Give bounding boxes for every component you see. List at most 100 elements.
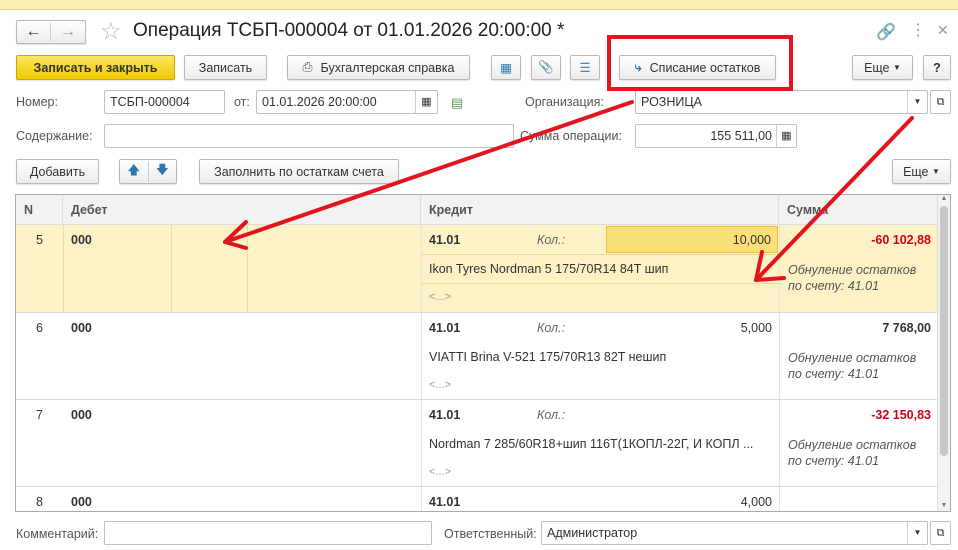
responsible-label: Ответственный: (444, 527, 537, 541)
org-value: РОЗНИЦА (641, 95, 702, 109)
date-value: 01.01.2026 20:00:00 (262, 95, 377, 109)
row-note: Обнуление остатков по счету: 41.01 (788, 438, 917, 468)
paperclip-icon: 📎 (538, 60, 554, 74)
calculator-icon[interactable]: ▦ (776, 125, 796, 147)
list-icon: ☰ (579, 61, 591, 75)
sum-label: Сумма операции: (520, 129, 622, 143)
row-sum[interactable]: -60 102,88 (779, 233, 931, 247)
credit-item[interactable]: VIATTI Brina V-521 175/70R13 82T нешип (429, 350, 666, 364)
content-field[interactable] (104, 124, 514, 148)
close-icon[interactable]: ✕ (937, 22, 949, 39)
row-number: 5 (36, 233, 43, 247)
report-label: Бухгалтерская справка (320, 60, 455, 75)
open-icon[interactable]: ⧉ (930, 521, 951, 545)
page-title: Операция ТСБП-000004 от 01.01.2026 20:00… (133, 20, 565, 41)
attach-button[interactable]: 📎 (531, 55, 561, 80)
credit-account[interactable]: 41.01 (429, 233, 460, 247)
more-vert-icon[interactable]: ⋮ (910, 20, 926, 40)
credit-account[interactable]: 41.01 (429, 495, 460, 509)
fill-button[interactable]: Заполнить по остаткам счета (199, 159, 399, 184)
row-note: Обнуление остатков по счету: 41.01 (788, 351, 917, 381)
qty-label: Кол.: (537, 233, 566, 247)
col-debit[interactable]: Дебет (63, 195, 421, 225)
nav-buttons: ← → (16, 20, 86, 44)
link-icon[interactable]: 🔗 (876, 22, 896, 42)
row-note: Обнуление остатков по счету: 41.01 (788, 263, 917, 293)
responsible-value: Администратор (547, 526, 638, 540)
save-close-button[interactable]: Записать и закрыть (16, 55, 175, 80)
list-button[interactable]: ☰ (570, 55, 600, 80)
dropdown-icon[interactable]: ▼ (907, 522, 927, 544)
structure-icon: ▦ (500, 61, 512, 75)
scrollbar[interactable]: ▲ ▼ (937, 195, 950, 511)
number-field[interactable]: ТСБП-000004 (104, 90, 225, 114)
debit-account[interactable]: 000 (71, 233, 92, 247)
credit-subconto[interactable]: <...> (429, 291, 451, 303)
report-button[interactable]: ⎙ Бухгалтерская справка (287, 55, 470, 80)
table-row[interactable]: 8 000 41.01 4,000 (16, 487, 938, 511)
move-buttons: 🡅 🡇 (119, 159, 177, 184)
add-button[interactable]: Добавить (16, 159, 99, 184)
qty-label: Кол.: (537, 408, 566, 422)
col-n[interactable]: N (16, 195, 63, 225)
table-row[interactable]: 5 000 41.01 Кол.: 10,000 -60 102,88 Ikon Tyres… (16, 225, 938, 313)
credit-subconto[interactable]: <...> (429, 379, 451, 391)
scroll-thumb[interactable] (940, 206, 948, 456)
debit-account[interactable]: 000 (71, 408, 92, 422)
sum-field[interactable]: 155 511,00 ▦ (635, 124, 797, 148)
credit-subconto[interactable]: <...> (429, 466, 451, 478)
favorite-star-icon[interactable]: ☆ (100, 17, 122, 46)
top-strip (0, 0, 958, 10)
more-button[interactable]: Еще ▼ (852, 55, 913, 80)
forward-arrow-icon[interactable]: → (51, 23, 85, 41)
structure-button[interactable]: ▦ (491, 55, 521, 80)
debit-account[interactable]: 000 (71, 321, 92, 335)
org-label: Организация: (525, 95, 604, 109)
calendar-icon[interactable]: ▦ (415, 91, 437, 113)
row-number: 8 (36, 495, 43, 509)
table-more-button[interactable]: Еще ▼ (892, 159, 951, 184)
row-sum[interactable]: -32 150,83 (779, 408, 931, 422)
dropdown-icon: ▼ (893, 63, 901, 72)
table-row[interactable]: 6 000 41.01 Кол.: 5,000 7 768,00 VIATTI Brina … (16, 313, 938, 400)
move-down-icon[interactable]: 🡇 (149, 161, 177, 182)
row-sum[interactable]: 7 768,00 (779, 321, 931, 335)
writeoff-button[interactable]: ⤷ Списание остатков (619, 55, 776, 80)
back-arrow-icon[interactable]: ← (17, 23, 52, 41)
comment-field[interactable] (104, 521, 432, 545)
redo-arrow-icon: ⤷ (634, 60, 642, 74)
table-row[interactable]: 7 000 41.01 Кол.: -32 150,83 Nordman 7 285/60… (16, 400, 938, 487)
qty-value[interactable]: 10,000 (606, 226, 778, 253)
credit-item[interactable]: Ikon Tyres Nordman 5 175/70R14 84T шип (429, 262, 668, 276)
credit-account[interactable]: 41.01 (429, 408, 460, 422)
qty-value[interactable]: 4,000 (606, 495, 778, 509)
save-button[interactable]: Записать (184, 55, 267, 80)
writeoff-label: Списание остатков (649, 60, 761, 75)
dropdown-icon[interactable]: ▼ (907, 91, 927, 113)
org-field[interactable]: РОЗНИЦА ▼ (635, 90, 928, 114)
responsible-field[interactable]: Администратор ▼ (541, 521, 928, 545)
col-credit[interactable]: Кредит (421, 195, 779, 225)
printer-icon: ⎙ (302, 60, 313, 74)
help-button[interactable]: ? (923, 55, 951, 80)
date-field[interactable]: 01.01.2026 20:00:00 ▦ (256, 90, 438, 114)
row-number: 7 (36, 408, 43, 422)
col-sum[interactable]: Сумма (779, 195, 938, 225)
debit-account[interactable]: 000 (71, 495, 92, 509)
qty-value[interactable]: 5,000 (606, 321, 778, 335)
date-label: от: (234, 95, 250, 109)
number-label: Номер: (16, 95, 58, 109)
row-number: 6 (36, 321, 43, 335)
move-up-icon[interactable]: 🡅 (120, 161, 149, 182)
credit-item[interactable]: Nordman 7 285/60R18+шип 116T(1КОПЛ-22Г, … (429, 437, 753, 451)
credit-account[interactable]: 41.01 (429, 321, 460, 335)
sum-value: 155 511,00 (710, 129, 772, 143)
table-more-label: Еще (903, 164, 929, 179)
entries-table: N Дебет Кредит Сумма 5 000 41.01 Кол.: 10,00… (15, 194, 951, 512)
more-label: Еще (864, 60, 890, 75)
dropdown-icon: ▼ (932, 167, 940, 176)
qty-label: Кол.: (537, 321, 566, 335)
comment-label: Комментарий: (16, 527, 99, 541)
open-icon[interactable]: ⧉ (930, 90, 951, 114)
posting-status-icon[interactable]: ▤ (451, 95, 463, 111)
